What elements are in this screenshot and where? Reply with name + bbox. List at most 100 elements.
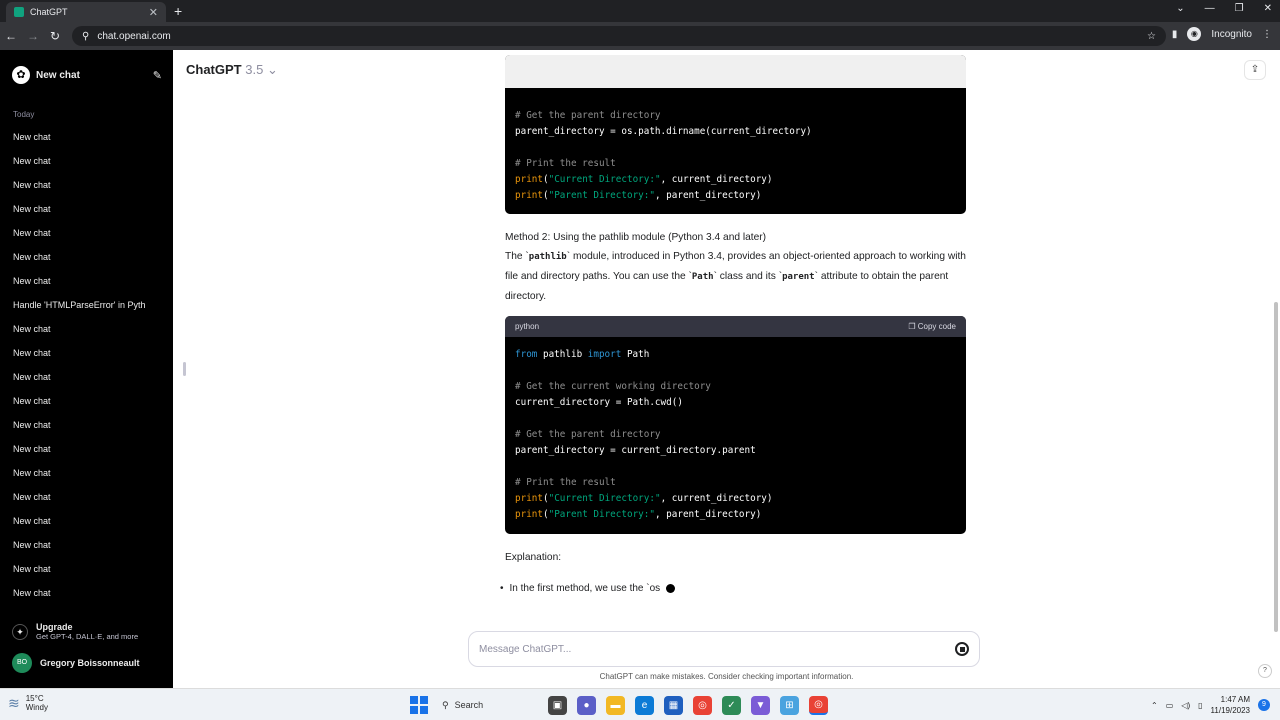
chrome-icon[interactable]: ◎ [693, 695, 712, 715]
share-button[interactable]: ⇪ [1244, 60, 1266, 80]
help-button[interactable]: ? [1258, 664, 1272, 678]
chat-history-item[interactable]: New chat [0, 413, 173, 437]
chat-history-item[interactable]: New chat [0, 389, 173, 413]
code-line: # Get the current working directory [515, 379, 956, 395]
code-line: # Get the parent directory [515, 108, 956, 124]
chat-history-item[interactable]: New chat [0, 245, 173, 269]
chat-history-item[interactable]: New chat [0, 197, 173, 221]
upgrade-title: Upgrade [36, 622, 73, 632]
taskbar-search[interactable]: ⚲ Search [438, 695, 538, 715]
chat-history-item[interactable]: New chat [0, 509, 173, 533]
weather-widget[interactable]: ≋ 15°C Windy [8, 694, 48, 712]
incognito-label[interactable]: Incognito [1211, 29, 1252, 40]
code-line: from pathlib import Path [515, 347, 956, 363]
network-icon[interactable]: ▭ [1166, 701, 1174, 710]
model-name: ChatGPT [186, 62, 242, 77]
new-tab-icon[interactable]: + [174, 3, 182, 19]
chat-history-list: New chat New chat New chat New chat New … [0, 125, 173, 605]
new-chat-button[interactable]: ✿ New chat ✎ [12, 64, 162, 86]
chatgpt-favicon-icon [14, 7, 24, 17]
toolbar-right: ▮ ◉ Incognito ⋮ [1172, 27, 1272, 41]
app-icon[interactable]: ▼ [751, 695, 770, 715]
code-line: print("Parent Directory:", parent_direct… [515, 509, 762, 520]
code-token: "Parent Directory:" [548, 190, 655, 201]
file-explorer-icon[interactable]: ▬ [606, 695, 625, 715]
site-info-icon[interactable]: ⚲ [82, 31, 89, 42]
chat-history-item[interactable]: New chat [0, 317, 173, 341]
chat-history-item[interactable]: New chat [0, 557, 173, 581]
code-line: parent_directory = os.path.dirname(curre… [515, 124, 956, 140]
openai-logo-icon: ✿ [12, 66, 30, 84]
upgrade-button[interactable]: ✦ Upgrade Get GPT-4, DALL·E, and more [12, 622, 138, 641]
chat-history-item[interactable]: New chat [0, 461, 173, 485]
minimize-icon[interactable]: — [1205, 3, 1215, 14]
chrome-active-icon[interactable]: ◎ [809, 695, 828, 715]
code-token: parent_directory = os.path.dirname(curre… [515, 126, 812, 137]
chat-history-item[interactable]: New chat [0, 269, 173, 293]
code-token: "Current Directory:" [548, 493, 661, 504]
chat-history-item[interactable]: New chat [0, 533, 173, 557]
browser-menu-icon[interactable]: ⋮ [1262, 29, 1272, 40]
back-icon[interactable]: ← [0, 29, 22, 43]
chevron-up-icon[interactable]: ⌃ [1151, 701, 1158, 710]
user-menu[interactable]: BO Gregory Boissonneault [12, 653, 140, 673]
close-tab-icon[interactable]: ✕ [149, 6, 158, 19]
edit-icon[interactable]: ✎ [153, 69, 162, 82]
code-token: current_directory = Path.cwd() [515, 397, 683, 408]
code-token: # Get the current working directory [515, 381, 711, 392]
url-text: chat.openai.com [97, 30, 171, 42]
code-line: print("Current Directory:", current_dire… [515, 174, 773, 185]
chat-history-item[interactable]: New chat [0, 581, 173, 605]
chat-history-item[interactable]: New chat [0, 149, 173, 173]
chat-history-item[interactable]: New chat [0, 437, 173, 461]
address-bar[interactable]: ⚲ chat.openai.com ☆ [72, 26, 1166, 46]
store-icon[interactable]: ▦ [664, 695, 683, 715]
chat-history-item[interactable]: New chat [0, 221, 173, 245]
sidebar-section-today: Today [13, 110, 35, 119]
chat-history-item[interactable]: Handle 'HTMLParseError' in Pyth [0, 293, 173, 317]
chat-history-item[interactable]: New chat [0, 365, 173, 389]
forward-icon[interactable]: → [22, 29, 44, 43]
code-token: , parent_directory) [654, 509, 762, 520]
list-item: • In the first method, we use the `os [500, 583, 676, 594]
tab-search-icon[interactable]: ⌄ [1176, 3, 1184, 14]
scrollbar[interactable] [1274, 302, 1278, 632]
chat-history-item[interactable]: New chat [0, 125, 173, 149]
new-chat-label: New chat [36, 69, 80, 81]
task-view-icon[interactable]: ▣ [548, 695, 567, 715]
browser-toolbar: ← → ↻ ⚲ chat.openai.com ☆ ▮ ◉ Incognito … [0, 22, 1280, 50]
close-window-icon[interactable]: ✕ [1264, 3, 1272, 14]
windows-start-icon[interactable] [410, 696, 428, 714]
chat-app-icon[interactable]: ● [577, 695, 596, 715]
app-icon[interactable]: ⊞ [780, 695, 799, 715]
clock[interactable]: 1:47 AM 11/19/2023 [1211, 694, 1250, 716]
taskbar-search-label: Search [454, 700, 484, 710]
maximize-icon[interactable]: ❐ [1235, 3, 1244, 14]
edge-icon[interactable]: e [635, 695, 654, 715]
bookmark-star-icon[interactable]: ☆ [1147, 31, 1156, 42]
chat-history-item[interactable]: New chat [0, 341, 173, 365]
code-token: print [515, 174, 543, 185]
browser-tab[interactable]: ChatGPT ✕ [6, 2, 166, 22]
code-language: python [515, 322, 540, 331]
copy-code-button[interactable]: ❐ Copy code [908, 322, 956, 331]
code-block-header-faded [505, 55, 966, 88]
chat-history-item[interactable]: New chat [0, 485, 173, 509]
code-line: current_directory = Path.cwd() [515, 395, 956, 411]
model-selector[interactable]: ChatGPT 3.5 ⌄ [186, 62, 278, 78]
chat-history-item[interactable]: New chat [0, 173, 173, 197]
app-icon[interactable]: ✓ [722, 695, 741, 715]
message-input[interactable] [479, 643, 955, 655]
inline-code-path: Path [691, 272, 714, 282]
reload-icon[interactable]: ↻ [44, 29, 66, 43]
side-panel-icon[interactable]: ▮ [1172, 29, 1178, 40]
method2-heading: Method 2: Using the pathlib module (Pyth… [505, 232, 767, 243]
battery-icon[interactable]: ▯ [1198, 701, 1202, 710]
volume-icon[interactable]: ◁) [1181, 701, 1190, 710]
stop-generating-button[interactable] [955, 642, 969, 656]
notification-badge[interactable]: 9 [1258, 699, 1270, 711]
sidebar-toggle-handle[interactable] [183, 362, 186, 376]
code-token: pathlib [537, 349, 588, 360]
